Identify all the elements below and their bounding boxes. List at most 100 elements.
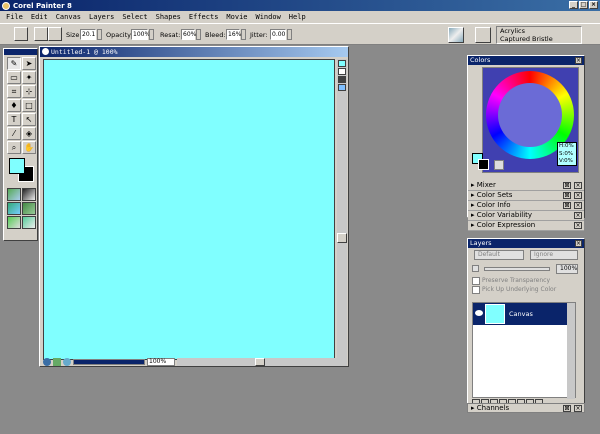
brush-tool-icon[interactable]: ✎ [7, 57, 21, 70]
navigator-icon[interactable] [43, 357, 51, 366]
tracing-toggle-icon[interactable] [338, 76, 346, 83]
opacity-field[interactable]: 100% [131, 29, 150, 40]
menu-canvas[interactable]: Canvas [52, 13, 85, 21]
palette-section-mixer[interactable]: ▸ Mixer ⊠ × [468, 181, 584, 191]
transform-icon[interactable]: ⊹ [22, 85, 36, 98]
brush-variant-label: Captured Bristle [500, 35, 553, 43]
gradient-selector-icon[interactable] [22, 188, 36, 201]
nozzle-selector-icon[interactable] [7, 216, 21, 229]
colors-palette-title: Colors [470, 56, 491, 64]
canvas[interactable] [43, 59, 335, 360]
weave-selector-icon[interactable] [22, 202, 36, 215]
palette-section-color-sets[interactable]: ▸ Color Sets ⊠ × [468, 191, 584, 201]
brush-category-icon[interactable] [448, 27, 464, 43]
opacity-stepper[interactable] [149, 29, 154, 40]
menu-window[interactable]: Window [252, 13, 285, 21]
resat-stepper[interactable] [196, 29, 201, 40]
menu-layers[interactable]: Layers [85, 13, 118, 21]
palette-section-color-info[interactable]: ▸ Color Info ⊠ × [468, 201, 584, 211]
stroke-type-icon[interactable] [48, 27, 62, 41]
jitter-field[interactable]: 0.00 [270, 29, 286, 40]
document-icon [42, 48, 49, 55]
color-management-icon[interactable] [338, 84, 346, 91]
pattern-selector-icon[interactable] [7, 202, 21, 215]
composite-method-select[interactable]: Default [474, 250, 524, 260]
maximize-button[interactable]: □ [579, 1, 588, 9]
opacity-controls: 100% [468, 262, 584, 276]
magnifier-icon[interactable]: ⌕ [7, 141, 21, 154]
menu-shapes[interactable]: Shapes [152, 13, 185, 21]
jitter-stepper[interactable] [287, 29, 292, 40]
colors-palette: Colors × H:0% S:0% V:0% ▸ Mixer ⊠ × ▸ Colo… [467, 55, 585, 231]
zoom-slider[interactable] [73, 358, 145, 365]
grabber-hand-icon[interactable]: ✋ [22, 141, 36, 154]
jitter-label: Jitter: [250, 31, 268, 39]
shape-selection-icon[interactable]: ↖ [22, 113, 36, 126]
colors-palette-header[interactable]: Colors × [468, 56, 584, 65]
text-icon[interactable]: T [7, 113, 21, 126]
paint-bucket-icon[interactable]: ◈ [22, 127, 36, 140]
magic-wand-icon[interactable]: ✦ [22, 71, 36, 84]
document-title-bar[interactable]: Untitled-1 @ 100% [40, 47, 348, 57]
palette-section-color-variability[interactable]: ▸ Color Variability × [468, 211, 584, 221]
eye-icon[interactable] [475, 310, 483, 316]
menu-movie[interactable]: Movie [222, 13, 251, 21]
horizontal-scrollbar[interactable] [177, 357, 347, 366]
layer-list-scrollbar[interactable] [567, 303, 575, 399]
menu-edit[interactable]: Edit [27, 13, 52, 21]
brush-variant-icon[interactable] [475, 27, 491, 43]
zoom-reset-icon[interactable] [63, 357, 71, 366]
saturation-value: S:0% [559, 150, 574, 157]
close-button[interactable]: × [589, 1, 598, 9]
main-color-swatch[interactable] [9, 158, 25, 174]
opacity-slider[interactable] [484, 267, 550, 271]
vertical-scrollbar[interactable] [337, 59, 347, 360]
bleed-field[interactable]: 16% [226, 29, 241, 40]
menu-file[interactable]: File [2, 13, 27, 21]
document-window: Untitled-1 @ 100% 100% [39, 46, 349, 367]
pen-icon[interactable]: ♦ [7, 99, 21, 112]
shape-icon[interactable]: □ [22, 99, 36, 112]
crop-icon[interactable]: ⌗ [7, 85, 21, 98]
size-stepper[interactable] [97, 29, 102, 40]
grid-toggle-icon[interactable] [338, 68, 346, 75]
drawing-mode-icon[interactable] [53, 357, 61, 366]
opacity-field[interactable]: 100% [556, 264, 578, 274]
canvas-thumb-icon[interactable] [338, 60, 346, 67]
preserve-transparency-checkbox[interactable]: Preserve Transparency [468, 276, 584, 285]
clone-color-icon[interactable] [494, 160, 504, 170]
property-bar: Size: 20.1 Opacity: 100% Resat: 60% Blee… [0, 23, 600, 45]
bleed-label: Bleed: [205, 31, 226, 39]
close-icon[interactable]: × [575, 240, 582, 247]
size-field[interactable]: 20.1 [80, 29, 96, 40]
resat-field[interactable]: 60% [181, 29, 196, 40]
vertical-scroll-thumb[interactable] [337, 233, 347, 243]
palette-section-channels[interactable]: ▸ Channels ⊠ × [467, 403, 585, 413]
rectangular-selection-icon[interactable]: ▭ [7, 71, 21, 84]
menu-select[interactable]: Select [118, 13, 151, 21]
palette-section-color-expression[interactable]: ▸ Color Expression × [468, 221, 584, 231]
horizontal-scroll-thumb[interactable] [255, 357, 265, 366]
composite-depth-select[interactable]: Ignore [530, 250, 578, 260]
menu-help[interactable]: Help [285, 13, 310, 21]
bleed-stepper[interactable] [241, 29, 246, 40]
dropper-icon[interactable]: ⁄ [7, 127, 21, 140]
close-icon[interactable]: × [575, 57, 582, 64]
minimize-button[interactable]: _ [569, 1, 578, 9]
composite-controls: Default Ignore [468, 248, 584, 262]
look-selector-icon[interactable] [22, 216, 36, 229]
layers-palette-header[interactable]: Layers × [468, 239, 584, 248]
layer-adjuster-icon[interactable]: ➤ [22, 57, 36, 70]
menu-effects[interactable]: Effects [185, 13, 223, 21]
color-swatches [7, 158, 37, 186]
opacity-label: Opacity: [106, 31, 133, 39]
paper-selector-icon[interactable] [7, 188, 21, 201]
zoom-field[interactable]: 100% [147, 357, 175, 366]
layer-row-canvas[interactable]: Canvas [473, 303, 573, 325]
brush-tool-icon[interactable] [14, 27, 28, 41]
brush-selector[interactable]: Acrylics Captured Bristle [496, 26, 582, 44]
saturation-value-triangle[interactable] [498, 83, 562, 147]
dab-type-icon[interactable] [34, 27, 48, 41]
pick-up-color-checkbox[interactable]: Pick Up Underlying Color [468, 285, 584, 294]
additional-color-swatch[interactable] [478, 159, 489, 170]
